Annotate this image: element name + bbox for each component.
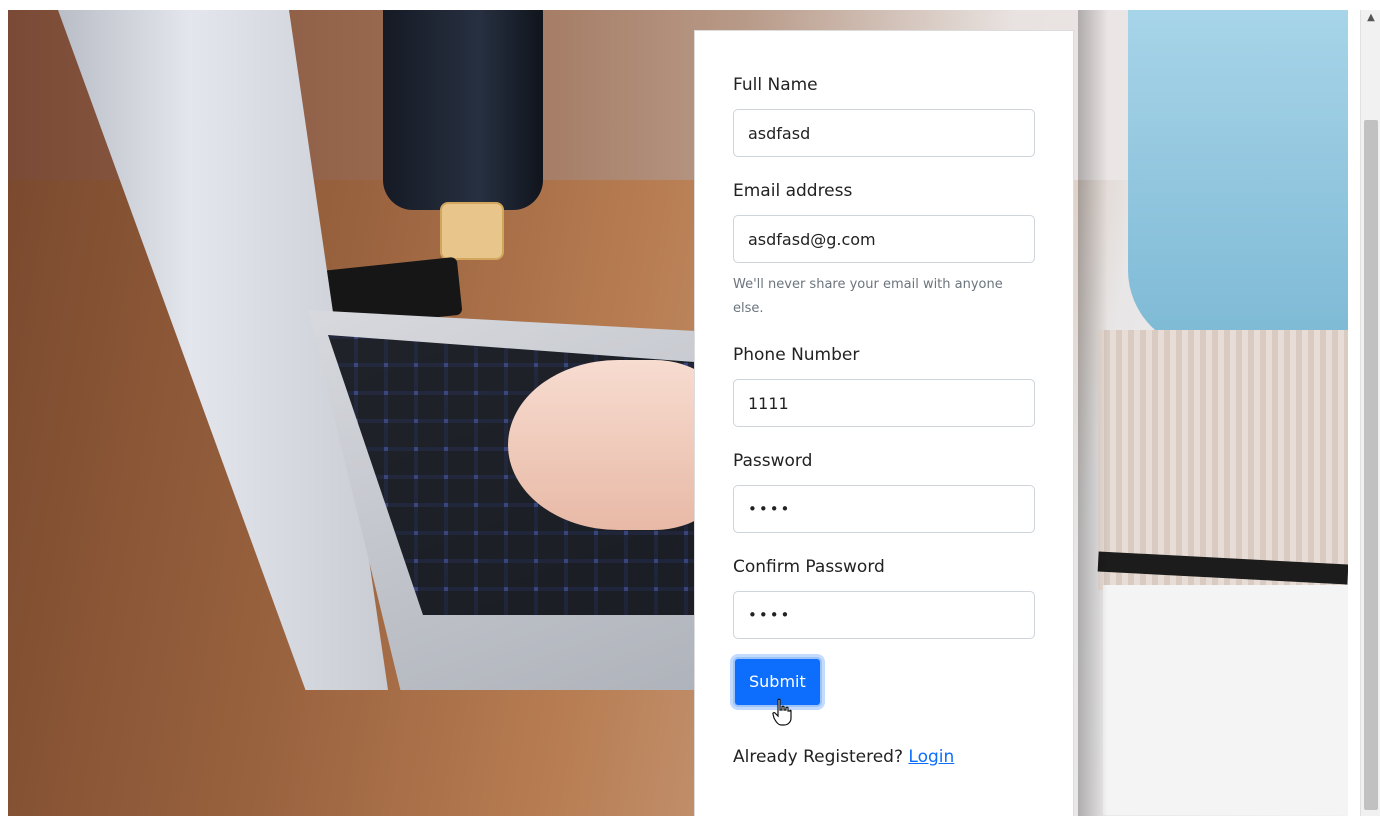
phone-input[interactable] bbox=[733, 379, 1035, 427]
email-input[interactable] bbox=[733, 215, 1035, 263]
confirm-password-label: Confirm Password bbox=[733, 557, 885, 577]
already-registered-text: Already Registered? bbox=[733, 747, 903, 767]
registration-form: Full Name Email address We'll never shar… bbox=[694, 30, 1074, 816]
tea-tag bbox=[440, 202, 504, 260]
full-name-label: Full Name bbox=[733, 75, 818, 95]
background-image bbox=[8, 10, 1348, 816]
full-name-group: Full Name bbox=[733, 75, 1035, 157]
confirm-password-input[interactable] bbox=[733, 591, 1035, 639]
page-viewport bbox=[8, 10, 1348, 816]
phone-label: Phone Number bbox=[733, 345, 860, 365]
login-link[interactable]: Login bbox=[908, 747, 954, 767]
phone-group: Phone Number bbox=[733, 345, 1035, 427]
password-input[interactable] bbox=[733, 485, 1035, 533]
sweater bbox=[1098, 330, 1348, 590]
password-group: Password bbox=[733, 451, 1035, 533]
full-name-input[interactable] bbox=[733, 109, 1035, 157]
login-prompt: Already Registered? Login bbox=[733, 747, 1035, 767]
person-shirt bbox=[1128, 10, 1348, 350]
papers bbox=[1103, 585, 1348, 815]
scroll-thumb[interactable] bbox=[1364, 120, 1378, 810]
hand-pointer-icon bbox=[772, 698, 792, 726]
vertical-scrollbar[interactable]: ▲ bbox=[1360, 10, 1380, 816]
email-help-text: We'll never share your email with anyone… bbox=[733, 277, 1003, 316]
confirm-password-group: Confirm Password bbox=[733, 557, 1035, 639]
mug bbox=[383, 10, 543, 210]
email-label: Email address bbox=[733, 181, 853, 201]
password-label: Password bbox=[733, 451, 813, 471]
email-group: Email address We'll never share your ema… bbox=[733, 181, 1035, 321]
chevron-up-icon[interactable]: ▲ bbox=[1365, 12, 1377, 24]
